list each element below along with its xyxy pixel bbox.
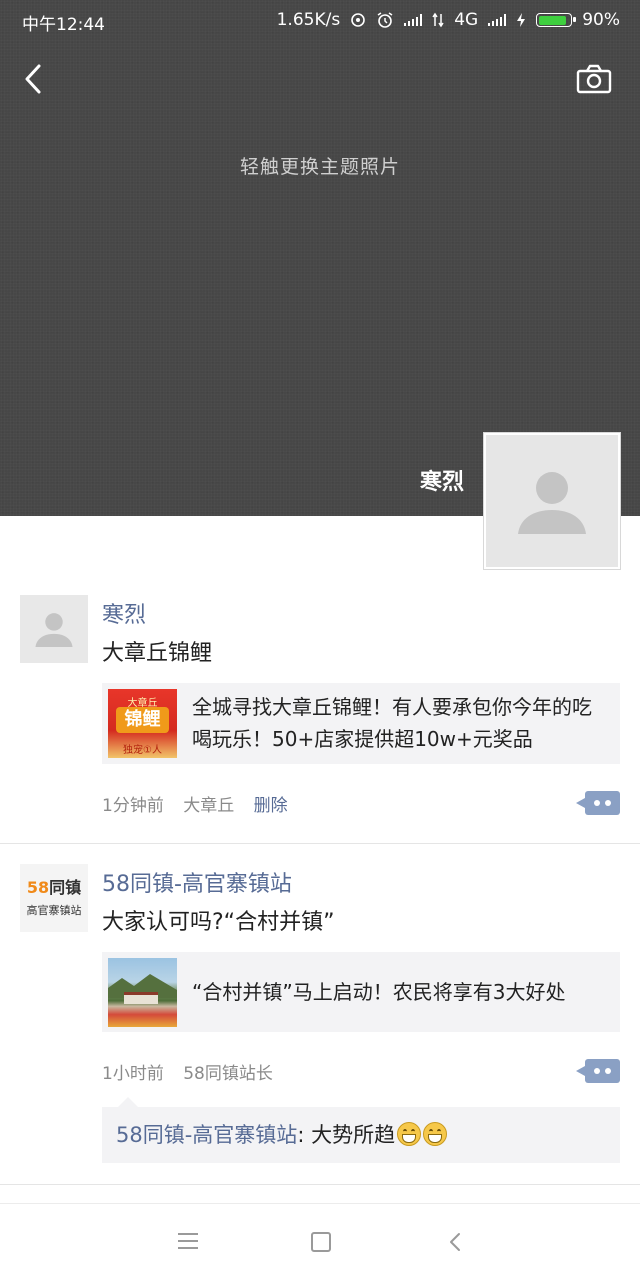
avatar-line1: 58同镇	[27, 878, 81, 898]
status-right: 1.65K/s 4G 90%	[277, 10, 620, 30]
post-author[interactable]: 58同镇-高官寨镇站	[102, 866, 292, 898]
divider	[0, 843, 640, 844]
comment[interactable]: 58同镇-高官寨镇站: 大势所趋	[116, 1119, 448, 1149]
battery-percent: 90%	[582, 10, 620, 30]
back-arrow-icon[interactable]	[18, 62, 48, 96]
grin-emoji-icon	[423, 1122, 448, 1146]
post-time: 1小时前	[102, 1064, 164, 1084]
comment-text: 大势所趋	[311, 1123, 396, 1147]
link-title: “合村并镇”马上启动！农民将享有3大好处	[192, 980, 566, 1004]
network-type: 4G	[454, 10, 479, 30]
delete-link[interactable]: 删除	[254, 796, 288, 816]
signal-icon-2	[488, 14, 507, 26]
village-illustration	[108, 974, 177, 1004]
divider	[0, 1184, 640, 1185]
link-card[interactable]: “合村并镇”马上启动！农民将享有3大好处	[102, 952, 620, 1032]
post-meta: 1小时前 58同镇站长	[102, 1059, 287, 1084]
post-meta: 1分钟前 大章丘 删除	[102, 791, 302, 816]
link-thumbnail	[108, 958, 177, 1027]
avatar-logo-text: 同镇	[49, 878, 82, 897]
post-time: 1分钟前	[102, 796, 164, 816]
avatar[interactable]	[20, 595, 88, 663]
avatar[interactable]: 58同镇 高官寨镇站	[20, 864, 88, 932]
data-arrows-icon	[432, 12, 444, 28]
post-source[interactable]: 58同镇站长	[183, 1064, 273, 1084]
alarm-icon	[377, 12, 393, 28]
post-text: 大章丘锦鲤	[102, 641, 213, 666]
default-avatar-icon	[518, 472, 586, 534]
battery-icon	[536, 13, 577, 27]
net-speed: 1.65K/s	[276, 10, 341, 30]
post-author[interactable]: 寒烈	[102, 597, 146, 629]
status-bar: 中午12:44 1.65K/s 4G 90%	[0, 0, 640, 40]
owner-avatar[interactable]	[484, 433, 620, 569]
link-thumbnail: 大章丘 锦鲤 独宠①人	[108, 689, 177, 758]
avatar-logo-num: 58	[26, 878, 50, 897]
post-text: 大家认可吗?“合村并镇”	[102, 910, 335, 935]
charging-icon	[517, 13, 526, 27]
moment-post: 58同镇 高官寨镇站 58同镇-高官寨镇站 大家认可吗?“合村并镇” “合村并镇…	[0, 864, 640, 1184]
comment-button[interactable]	[576, 1059, 620, 1083]
comment-button[interactable]	[576, 791, 620, 815]
avatar-line2: 高官寨镇站	[26, 904, 82, 917]
link-card[interactable]: 大章丘 锦鲤 独宠①人 全城寻找大章丘锦鲤！有人要承包你今年的吃喝玩乐！50+店…	[102, 683, 620, 764]
home-square-icon[interactable]	[311, 1232, 331, 1252]
camera-icon[interactable]	[576, 64, 612, 94]
battery-fill	[538, 15, 567, 25]
menu-icon[interactable]	[178, 1233, 198, 1249]
owner-name[interactable]: 寒烈	[420, 464, 464, 496]
cover-hint[interactable]: 轻触更换主题照片	[0, 152, 640, 179]
default-avatar-icon	[35, 613, 73, 647]
sync-icon	[351, 13, 366, 27]
thumb-main-label: 锦鲤	[116, 707, 169, 733]
status-time: 中午12:44	[22, 15, 105, 35]
link-title: 全城寻找大章丘锦鲤！有人要承包你今年的吃喝玩乐！50+店家提供超10w+元奖品	[192, 695, 592, 751]
back-triangle-icon[interactable]	[448, 1232, 462, 1252]
system-nav-bar	[0, 1203, 640, 1281]
post-location[interactable]: 大章丘	[183, 796, 234, 816]
thumb-bottom-label: 独宠①人	[123, 745, 162, 756]
grin-emoji-icon	[397, 1122, 422, 1146]
signal-icon	[404, 14, 423, 26]
comment-box: 58同镇-高官寨镇站: 大势所趋	[102, 1097, 620, 1163]
comment-author[interactable]: 58同镇-高官寨镇站	[116, 1123, 297, 1147]
comment-sep: :	[297, 1123, 312, 1147]
moment-post: 寒烈 大章丘锦鲤 大章丘 锦鲤 独宠①人 全城寻找大章丘锦鲤！有人要承包你今年的…	[0, 595, 640, 845]
